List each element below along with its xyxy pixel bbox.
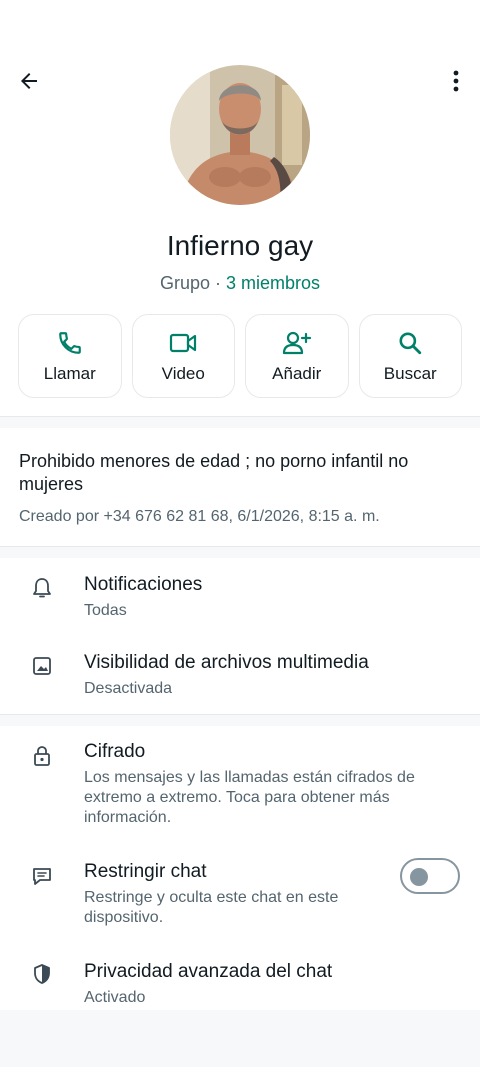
media-visibility-row[interactable]: Visibilidad de archivos multimedia Desac… bbox=[0, 642, 480, 712]
subtitle-separator: · bbox=[210, 273, 226, 293]
bottom-area bbox=[0, 1010, 480, 1067]
advanced-privacy-title: Privacidad avanzada del chat bbox=[84, 961, 333, 982]
action-buttons: Llamar Video Añadir Buscar bbox=[18, 314, 462, 398]
group-description[interactable]: Prohibido menores de edad ; no porno inf… bbox=[19, 450, 459, 496]
notifications-subtitle: Todas bbox=[84, 602, 127, 619]
restrict-chat-toggle[interactable] bbox=[400, 858, 460, 894]
section-divider bbox=[0, 714, 480, 726]
search-button[interactable]: Buscar bbox=[358, 314, 462, 398]
group-avatar[interactable] bbox=[170, 65, 310, 205]
avatar-photo bbox=[170, 65, 310, 205]
restrict-chat-title: Restringir chat bbox=[84, 861, 207, 882]
video-button-label: Video bbox=[161, 364, 205, 383]
media-visibility-title: Visibilidad de archivos multimedia bbox=[84, 652, 369, 673]
encryption-row[interactable]: Cifrado Los mensajes y las llamadas está… bbox=[0, 730, 480, 835]
toggle-knob bbox=[410, 868, 428, 886]
group-subtitle: Grupo · 3 miembros bbox=[0, 273, 480, 294]
restrict-chat-row[interactable]: Restringir chat Restringe y oculta este … bbox=[0, 850, 480, 940]
advanced-privacy-subtitle: Activado bbox=[84, 989, 146, 1006]
section-divider bbox=[0, 416, 480, 428]
bell-icon bbox=[30, 576, 54, 600]
notifications-title: Notificaciones bbox=[84, 574, 203, 595]
lock-icon bbox=[30, 744, 54, 768]
restrict-chat-icon bbox=[30, 864, 54, 888]
section-divider bbox=[0, 546, 480, 558]
shield-icon bbox=[30, 962, 54, 986]
add-member-button[interactable]: Añadir bbox=[245, 314, 349, 398]
image-icon bbox=[30, 654, 54, 678]
arrow-left-icon bbox=[21, 73, 37, 89]
advanced-privacy-row[interactable]: Privacidad avanzada del chat Activado bbox=[0, 950, 480, 1010]
video-icon bbox=[170, 333, 197, 353]
group-name: Infierno gay bbox=[166, 230, 314, 261]
group-type-label: Grupo bbox=[159, 273, 210, 293]
video-button[interactable]: Video bbox=[131, 314, 235, 398]
phone-icon bbox=[58, 332, 81, 354]
search-icon bbox=[399, 332, 422, 355]
add-member-button-label: Añadir bbox=[272, 364, 322, 383]
search-button-label: Buscar bbox=[383, 364, 437, 383]
call-button[interactable]: Llamar bbox=[18, 314, 122, 398]
media-visibility-subtitle: Desactivada bbox=[84, 680, 173, 697]
more-options-button[interactable] bbox=[444, 64, 468, 98]
call-button-label: Llamar bbox=[43, 364, 96, 383]
add-person-icon bbox=[282, 331, 311, 355]
restrict-chat-subtitle: Restringe y oculta este chat en este dis… bbox=[84, 889, 339, 926]
back-button[interactable] bbox=[12, 64, 46, 98]
more-vertical-icon bbox=[453, 70, 459, 92]
encryption-subtitle: Los mensajes y las llamadas están cifrad… bbox=[84, 769, 415, 826]
encryption-title: Cifrado bbox=[84, 741, 146, 762]
group-created-info: Creado por +34 676 62 81 68, 6/1/2026, 8… bbox=[19, 508, 380, 525]
members-link[interactable]: 3 miembros bbox=[226, 273, 320, 293]
notifications-row[interactable]: Notificaciones Todas bbox=[0, 564, 480, 634]
